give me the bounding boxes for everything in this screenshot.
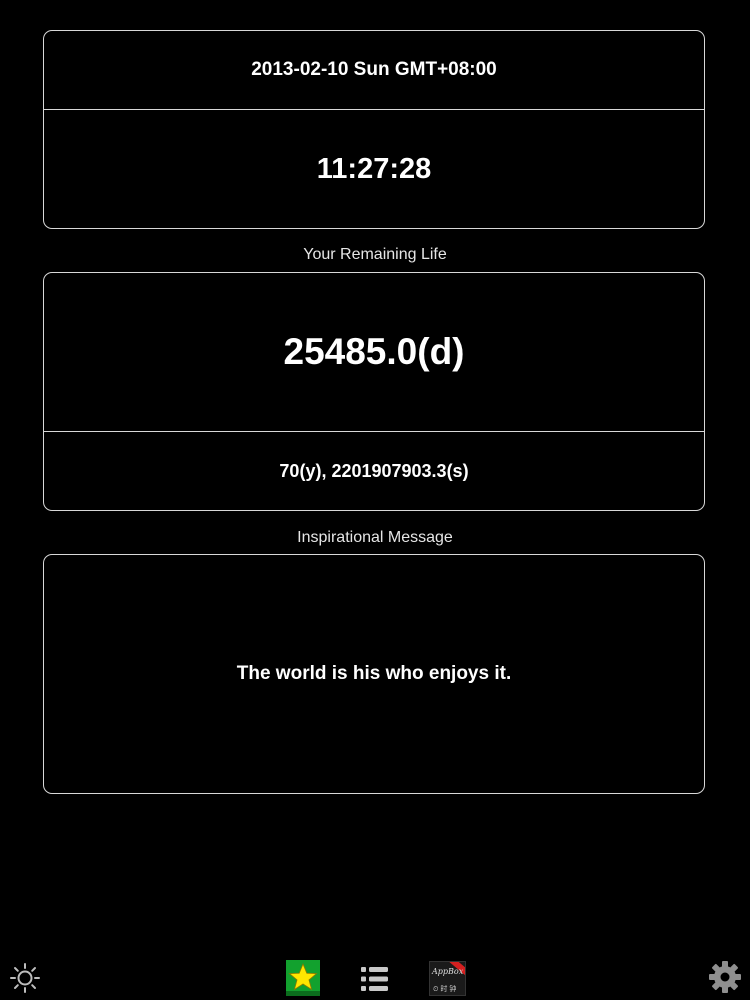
remaining-life-heading: Your Remaining Life	[303, 246, 447, 263]
time-row: 11:27:28	[44, 109, 704, 228]
message-row: The world is his who enjoys it.	[44, 555, 704, 792]
inspirational-message-text: The world is his who enjoys it.	[236, 662, 512, 684]
favorite-star-icon[interactable]	[286, 960, 320, 996]
days-row: 25485.0(d)	[44, 273, 704, 431]
time-text: 11:27:28	[316, 152, 432, 185]
inspirational-heading: Inspirational Message	[297, 529, 453, 546]
date-text: 2013-02-10 Sun GMT+08:00	[251, 59, 497, 80]
app-promo-badge-text: AppBox	[432, 967, 464, 976]
app-promo-sub-text: ⏲ 时 钟	[433, 986, 457, 993]
inspirational-card: The world is his who enjoys it.	[43, 554, 705, 794]
remaining-life-card: 25485.0(d) 70(y), 2201907903.3(s)	[43, 272, 705, 511]
remaining-days-text: 25485.0(d)	[283, 331, 465, 372]
list-icon[interactable]	[361, 966, 389, 992]
date-row: 2013-02-10 Sun GMT+08:00	[44, 31, 704, 109]
gear-icon[interactable]	[708, 960, 742, 994]
app-promo-icon[interactable]: AppBox ⏲ 时 钟	[429, 961, 466, 996]
details-row: 70(y), 2201907903.3(s)	[44, 431, 704, 510]
bottom-toolbar: AppBox ⏲ 时 钟	[0, 955, 750, 1000]
clock-card: 2013-02-10 Sun GMT+08:00 11:27:28	[43, 30, 705, 229]
remaining-details-text: 70(y), 2201907903.3(s)	[279, 460, 469, 481]
brightness-icon[interactable]	[9, 962, 41, 994]
